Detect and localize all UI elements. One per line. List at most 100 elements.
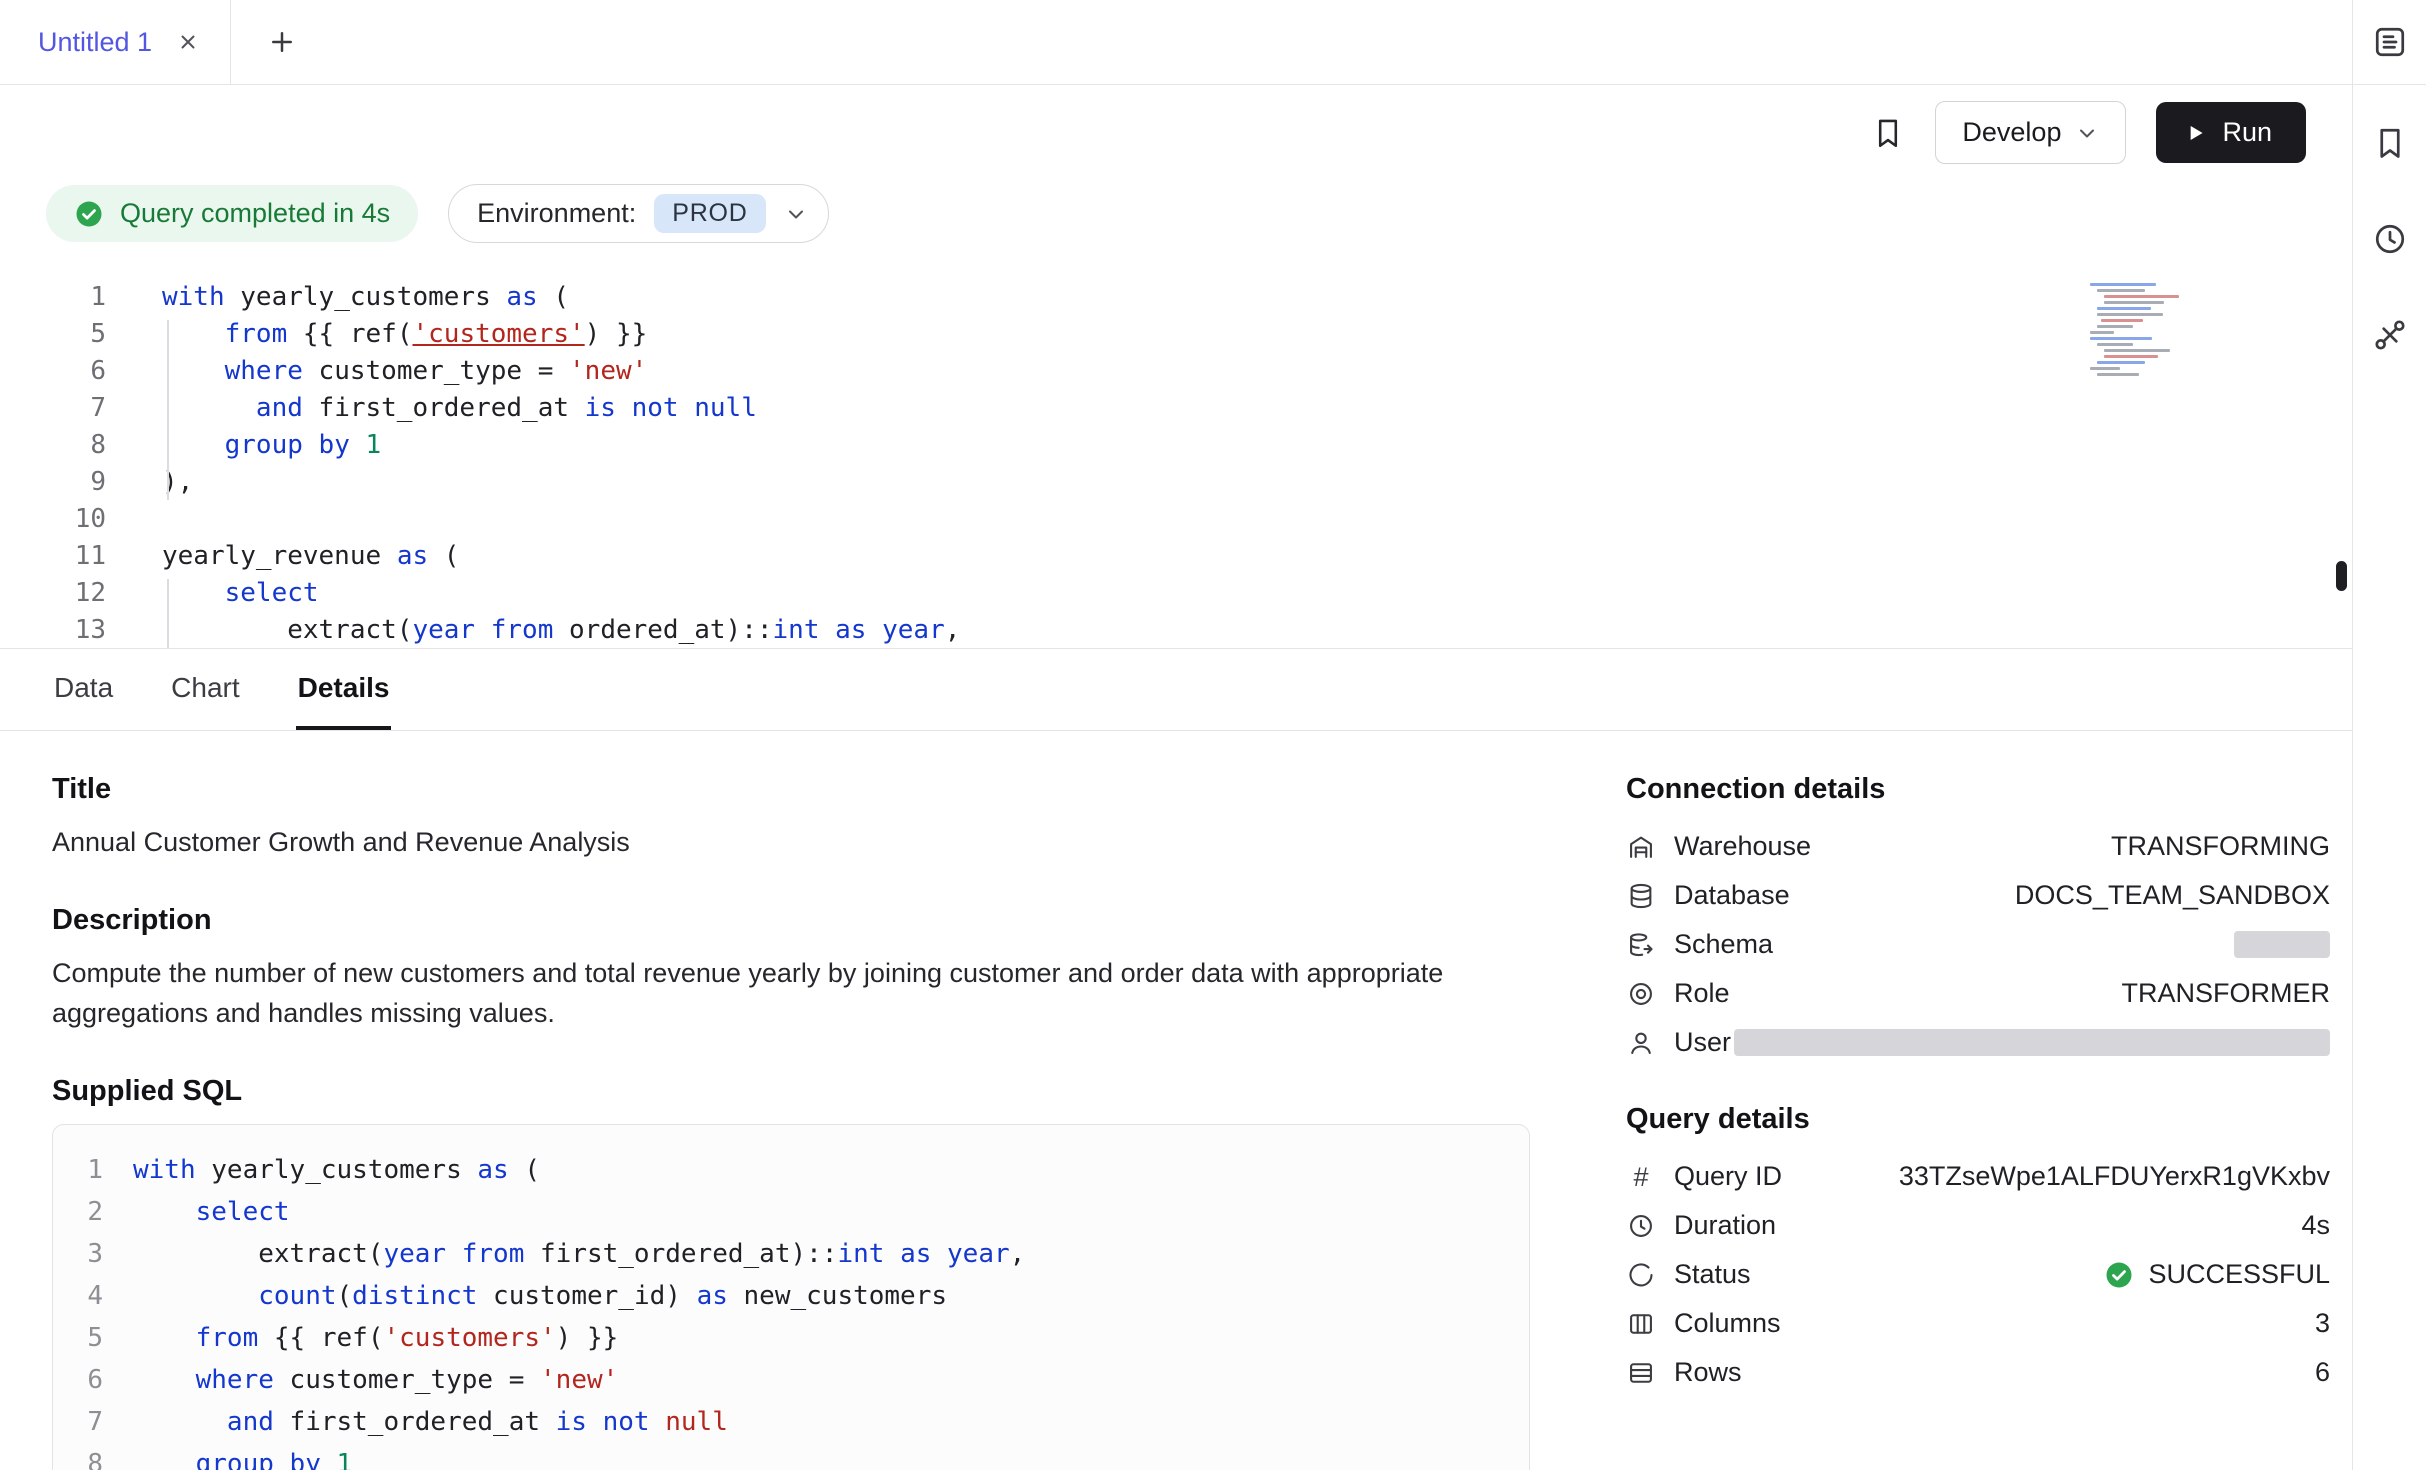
code-line: 5 from {{ ref('customers') }} [53, 1317, 1529, 1359]
detail-label: Duration [1674, 1210, 1776, 1241]
environment-selector[interactable]: Environment: PROD [448, 184, 829, 243]
new-tab-button[interactable] [231, 0, 333, 84]
line-number: 5 [0, 316, 106, 353]
clock-icon [1626, 1212, 1656, 1240]
code-text: with yearly_customers as ( [106, 279, 569, 316]
code-line: 4 count(distinct customer_id) as new_cus… [53, 1275, 1529, 1317]
title-heading: Title [52, 773, 1530, 806]
editor-minimap[interactable] [2090, 283, 2210, 379]
play-icon [2182, 120, 2208, 146]
line-number: 1 [0, 279, 106, 316]
code-text: and first_ordered_at is not null [103, 1401, 728, 1443]
tab-chart[interactable]: Chart [169, 649, 241, 730]
code-line: 9), [0, 464, 2352, 501]
bookmarks-icon[interactable] [2372, 125, 2408, 161]
detail-row: WarehouseTRANSFORMING [1626, 822, 2330, 871]
query-details-heading: Query details [1626, 1103, 2330, 1136]
code-line: 11yearly_revenue as ( [0, 538, 2352, 575]
sql-editor[interactable]: 1with yearly_customers as (5 from {{ ref… [0, 269, 2352, 649]
code-text: count(distinct customer_id) as new_custo… [103, 1275, 947, 1317]
results-tab-bar: Data Chart Details [0, 649, 2352, 731]
user-icon [1626, 1029, 1656, 1057]
warehouse-icon [1626, 833, 1656, 861]
line-number: 2 [53, 1191, 103, 1233]
role-icon [1626, 980, 1656, 1008]
detail-row: StatusSUCCESSFUL [1626, 1250, 2330, 1299]
code-line: 13 extract(year from ordered_at)::int as… [0, 612, 2352, 649]
detail-row: DatabaseDOCS_TEAM_SANDBOX [1626, 871, 2330, 920]
connection-details-heading: Connection details [1626, 773, 2330, 806]
code-text: from {{ ref('customers') }} [106, 316, 647, 353]
code-text: yearly_revenue as ( [106, 538, 459, 575]
detail-label: Rows [1674, 1357, 1742, 1388]
editor-scrollbar[interactable] [2336, 561, 2347, 591]
supplied-sql-heading: Supplied SQL [52, 1075, 1530, 1108]
code-text: and first_ordered_at is not null [106, 390, 757, 427]
detail-label: Columns [1674, 1308, 1781, 1339]
query-status-pill: Query completed in 4s [46, 185, 418, 242]
chevron-down-icon [2075, 121, 2099, 145]
indent-guide [167, 320, 169, 500]
code-line: 10 [0, 501, 2352, 538]
environment-label: Environment: [477, 198, 636, 229]
code-line: 3 extract(year from first_ordered_at)::i… [53, 1233, 1529, 1275]
code-line: 6 where customer_type = 'new' [53, 1359, 1529, 1401]
detail-value: 6 [2315, 1357, 2330, 1388]
code-line: 2 select [53, 1191, 1529, 1233]
code-text: with yearly_customers as ( [103, 1149, 540, 1191]
detail-label: User [1674, 1027, 1731, 1058]
line-number: 3 [53, 1233, 103, 1275]
redacted-value [1734, 1029, 2330, 1056]
tab-details[interactable]: Details [296, 649, 392, 730]
detail-row: Duration 4s [1626, 1201, 2330, 1250]
code-text: ), [106, 464, 193, 501]
run-label: Run [2222, 117, 2272, 148]
details-left-column: Title Annual Customer Growth and Revenue… [52, 773, 1530, 1470]
develop-dropdown[interactable]: Develop [1935, 101, 2126, 164]
main-area: Untitled 1 Develop [0, 0, 2352, 1470]
code-line: 8 group by 1 [0, 427, 2352, 464]
detail-value: 4s [2301, 1210, 2330, 1241]
right-sidebar [2352, 0, 2426, 1470]
database-icon [1626, 882, 1656, 910]
line-number: 8 [53, 1443, 103, 1470]
panel-list-icon[interactable] [2372, 24, 2408, 60]
line-number: 6 [53, 1359, 103, 1401]
code-line: 5 from {{ ref('customers') }} [0, 316, 2352, 353]
detail-value: 33TZseWpe1ALFDUYerxR1gVKxbv [1899, 1161, 2330, 1192]
line-number: 10 [0, 501, 106, 538]
line-number: 12 [0, 575, 106, 612]
query-details-rows: #Query ID33TZseWpe1ALFDUYerxR1gVKxbvDura… [1626, 1152, 2330, 1397]
plus-icon [267, 27, 297, 57]
code-text: extract(year from first_ordered_at)::int… [103, 1233, 1025, 1275]
close-tab-icon[interactable] [176, 30, 200, 54]
history-icon[interactable] [2372, 221, 2408, 257]
line-number: 9 [0, 464, 106, 501]
schema-icon [1626, 931, 1656, 959]
detail-label: Role [1674, 978, 1730, 1009]
indent-guide [167, 579, 169, 649]
tab-untitled-1[interactable]: Untitled 1 [0, 0, 231, 84]
bookmark-icon[interactable] [1871, 116, 1905, 150]
run-button[interactable]: Run [2156, 102, 2306, 163]
detail-row: Columns3 [1626, 1299, 2330, 1348]
tab-data[interactable]: Data [52, 649, 115, 730]
detail-label: Database [1674, 880, 1790, 911]
code-text: group by 1 [106, 427, 381, 464]
tab-title: Untitled 1 [38, 27, 152, 58]
columns-icon [1626, 1310, 1656, 1338]
code-line: 1with yearly_customers as ( [53, 1149, 1529, 1191]
code-line: 1with yearly_customers as ( [0, 279, 2352, 316]
code-text: group by 1 [103, 1443, 352, 1470]
check-circle-icon [2104, 1260, 2134, 1290]
supplied-sql-block: 1with yearly_customers as (2 select3 ext… [52, 1124, 1530, 1470]
detail-row: Schema [1626, 920, 2330, 969]
details-panel: Title Annual Customer Growth and Revenue… [0, 731, 2352, 1470]
code-text: extract(year from ordered_at)::int as ye… [106, 612, 960, 649]
app-window: Untitled 1 Develop [0, 0, 2426, 1470]
right-sidebar-icons [2353, 85, 2426, 353]
check-circle-icon [74, 199, 104, 229]
title-value: Annual Customer Growth and Revenue Analy… [52, 822, 1530, 862]
right-sidebar-top [2353, 0, 2426, 85]
lineage-icon[interactable] [2372, 317, 2408, 353]
